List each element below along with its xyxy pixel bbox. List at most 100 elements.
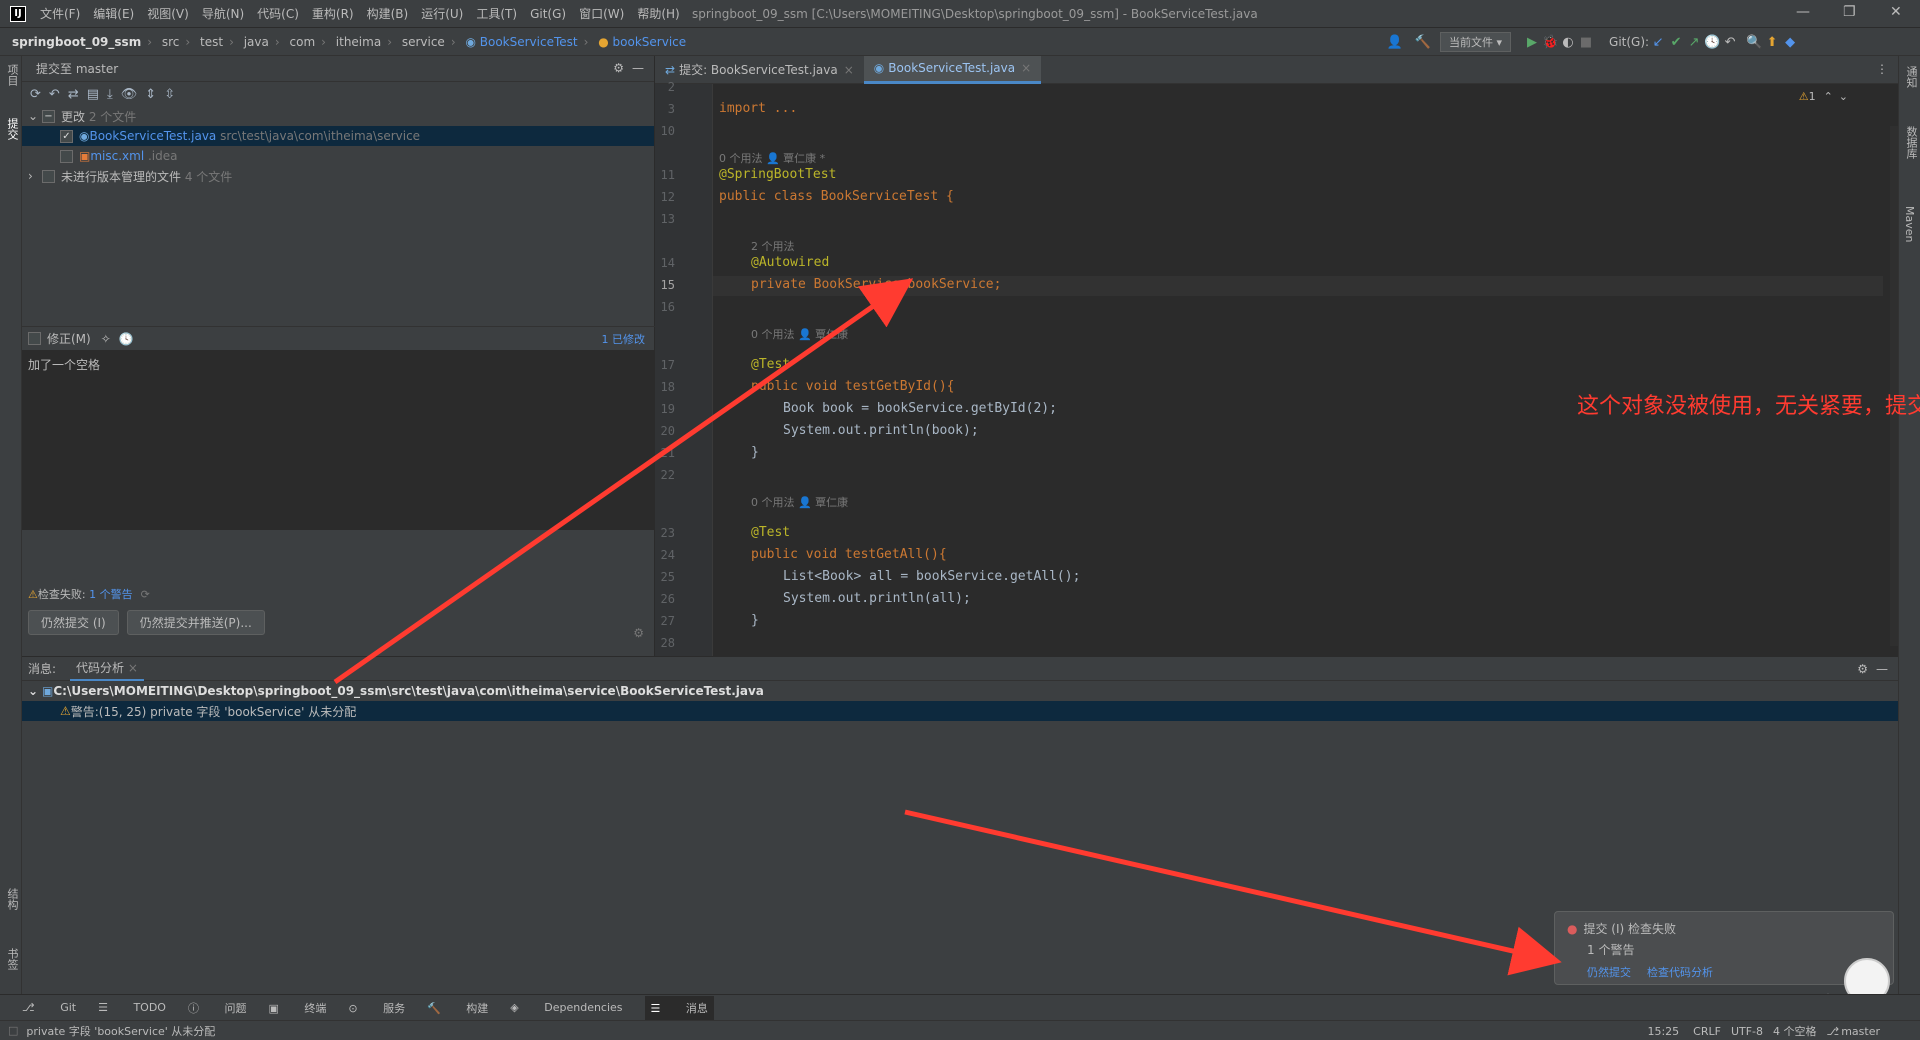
chevron-down-icon[interactable]: ⌄: [28, 109, 42, 123]
stop-icon[interactable]: ■: [1577, 35, 1595, 50]
amend-label[interactable]: 修正(M): [47, 330, 91, 347]
code-line[interactable]: Book book = bookService.getById(2);: [783, 401, 1057, 416]
ai-icon[interactable]: ✧: [101, 332, 111, 346]
tool-notifications[interactable]: 通知: [1903, 66, 1919, 88]
code-vision-hint[interactable]: 0 个用法 👤 覃仁康: [751, 326, 848, 342]
code-line[interactable]: private BookService bookService;: [751, 277, 1001, 292]
search-icon[interactable]: 🔍: [1745, 35, 1763, 50]
expand-all-icon[interactable]: ⇕: [145, 87, 156, 102]
unversioned-group[interactable]: › 未进行版本管理的文件 4 个文件: [28, 166, 654, 186]
menu-tools[interactable]: 工具(T): [476, 5, 517, 22]
menu-build[interactable]: 构建(B): [367, 5, 409, 22]
code-line[interactable]: import ...: [719, 101, 797, 116]
check-failed-link[interactable]: 1 个警告: [89, 586, 133, 602]
code-line[interactable]: public void testGetAll(){: [751, 547, 947, 562]
chevron-right-icon[interactable]: ›: [28, 169, 42, 183]
settings-gear-icon[interactable]: ⚙: [613, 61, 624, 75]
code-vision-hint[interactable]: 0 个用法 👤 覃仁康 *: [719, 150, 825, 166]
commit-push-anyway-button[interactable]: 仍然提交并推送(P)...: [126, 610, 265, 635]
eye-icon[interactable]: 👁: [121, 87, 138, 102]
rollback-icon[interactable]: ↶: [49, 87, 60, 102]
hide-panel-icon[interactable]: —: [632, 61, 644, 75]
notification-review-link[interactable]: 检查代码分析: [1647, 964, 1713, 980]
git-commit-icon[interactable]: ✔: [1667, 35, 1685, 50]
editor-scrollbar[interactable]: [1890, 126, 1898, 646]
code-line[interactable]: public void testGetById(){: [751, 379, 955, 394]
minimize-icon[interactable]: —: [1796, 4, 1810, 20]
close-icon[interactable]: ✕: [1890, 4, 1902, 20]
file-checkbox-checked[interactable]: ✓: [60, 129, 73, 143]
breadcrumb-test[interactable]: test: [200, 35, 223, 49]
tab-commit-diff[interactable]: ⇄ 提交: BookServiceTest.java ×: [655, 56, 864, 84]
settings-gear-icon[interactable]: ⚙: [1857, 662, 1868, 676]
amend-checkbox[interactable]: [28, 332, 41, 345]
inspection-widget[interactable]: ⚠ 1 ⌃ ⌄: [1799, 90, 1848, 103]
code-line[interactable]: @SpringBootTest: [719, 167, 836, 182]
toolbox-icon[interactable]: ◆: [1781, 35, 1799, 50]
changes-checkbox[interactable]: −: [42, 109, 55, 123]
code-vision-hint[interactable]: 2 个用法: [751, 238, 795, 254]
updates-icon[interactable]: ⬆: [1763, 35, 1781, 50]
refresh-icon[interactable]: ⟳: [30, 87, 41, 102]
coverage-icon[interactable]: ◐: [1559, 35, 1577, 50]
rerun-icon[interactable]: ⟳: [141, 588, 150, 601]
git-branch[interactable]: master: [1841, 1025, 1880, 1038]
breadcrumb-class[interactable]: BookServiceTest: [480, 35, 578, 49]
build-hammer-icon[interactable]: 🔨: [1414, 35, 1432, 50]
tool-git[interactable]: ⎇ Git: [22, 1001, 76, 1014]
breadcrumb-java[interactable]: java: [244, 35, 269, 49]
tool-terminal[interactable]: ▣ 终端: [268, 1000, 326, 1016]
tool-commit[interactable]: 提交: [4, 118, 20, 140]
menu-window[interactable]: 窗口(W): [579, 5, 624, 22]
menu-run[interactable]: 运行(U): [421, 5, 463, 22]
git-rollback-icon[interactable]: ↶: [1721, 35, 1739, 50]
tool-problems[interactable]: ⓘ 问题: [188, 1000, 247, 1016]
menu-file[interactable]: 文件(F): [40, 5, 80, 22]
code-line[interactable]: public class BookServiceTest {: [719, 189, 954, 204]
file-checkbox[interactable]: [60, 149, 73, 163]
history-icon[interactable]: 🕓: [119, 332, 134, 346]
code-line[interactable]: @Autowired: [751, 255, 829, 270]
message-warning-row[interactable]: ⚠ 警告:(15, 25) private 字段 'bookService' 从…: [22, 701, 1898, 721]
git-push-icon[interactable]: ↗: [1685, 35, 1703, 50]
code-line[interactable]: @Test: [751, 357, 790, 372]
run-icon[interactable]: ▶: [1523, 35, 1541, 50]
code-editor[interactable]: 2 3 10 11 12 13 14 15 16 17 18 19 20 21 22 23 24 25 26 27 28…: [655, 80, 1920, 656]
tool-messages[interactable]: ☰ 消息: [644, 995, 714, 1020]
breadcrumb-service[interactable]: service: [402, 35, 445, 49]
chevron-down-icon[interactable]: ⌄: [1839, 90, 1848, 103]
breadcrumb-field[interactable]: bookService: [613, 35, 687, 49]
close-tab-icon[interactable]: ×: [1021, 61, 1031, 75]
tool-project[interactable]: 项目: [4, 64, 20, 86]
tool-database[interactable]: 数据库: [1903, 126, 1919, 159]
menu-refactor[interactable]: 重构(R): [312, 5, 354, 22]
menu-view[interactable]: 视图(V): [147, 5, 189, 22]
commit-anyway-button[interactable]: 仍然提交 (I): [28, 610, 119, 635]
file-encoding[interactable]: UTF-8: [1731, 1025, 1763, 1038]
close-tab-icon[interactable]: ×: [844, 63, 854, 77]
tool-bookmarks[interactable]: 书签: [4, 948, 20, 970]
notification-commit-anyway-link[interactable]: 仍然提交: [1587, 964, 1631, 980]
changes-group[interactable]: ⌄ − 更改 2 个文件: [28, 106, 654, 126]
tab-bookservicetest[interactable]: ◉ BookServiceTest.java ×: [863, 55, 1042, 84]
restore-icon[interactable]: ❐: [1843, 4, 1856, 20]
tool-todo[interactable]: ☰ TODO: [98, 1001, 166, 1014]
debug-icon[interactable]: 🐞: [1541, 35, 1559, 50]
breadcrumb-com[interactable]: com: [290, 35, 316, 49]
file-row-misc[interactable]: ▣ misc.xml .idea: [28, 146, 654, 166]
download-icon[interactable]: ⤓: [107, 87, 113, 102]
chevron-up-icon[interactable]: ⌃: [1824, 90, 1833, 103]
code-line[interactable]: System.out.println(all);: [783, 591, 971, 606]
code-vision-hint[interactable]: 0 个用法 👤 覃仁康: [751, 494, 848, 510]
git-history-icon[interactable]: 🕓: [1703, 35, 1721, 50]
modified-count[interactable]: 1 已修改: [602, 331, 646, 347]
tool-build[interactable]: 🔨 构建: [427, 1000, 488, 1016]
tool-maven[interactable]: Maven: [1903, 206, 1916, 242]
code-line[interactable]: }: [751, 445, 759, 460]
message-file-row[interactable]: ⌄ ▣ C:\Users\MOMEITING\Desktop\springboo…: [22, 681, 1898, 701]
breadcrumb-project[interactable]: springboot_09_ssm: [12, 35, 141, 49]
menu-git[interactable]: Git(G): [530, 7, 566, 21]
diff-icon[interactable]: ⇄: [68, 87, 79, 102]
hide-panel-icon[interactable]: —: [1876, 662, 1888, 676]
git-update-icon[interactable]: ↙: [1649, 35, 1667, 50]
